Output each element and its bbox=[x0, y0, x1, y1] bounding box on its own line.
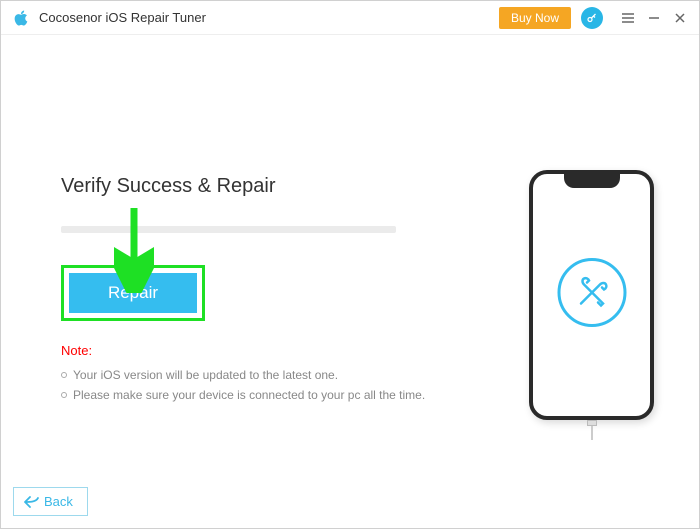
repair-button[interactable]: Repair bbox=[69, 273, 197, 313]
close-button[interactable] bbox=[669, 7, 691, 29]
back-arrow-icon bbox=[24, 496, 40, 508]
bullet-icon bbox=[61, 392, 67, 398]
phone-illustration bbox=[529, 170, 654, 420]
repair-highlight-box: Repair bbox=[61, 265, 205, 321]
cable-icon bbox=[587, 420, 597, 440]
buy-now-button[interactable]: Buy Now bbox=[499, 7, 571, 29]
note-label: Note: bbox=[61, 343, 431, 358]
note-item: Your iOS version will be updated to the … bbox=[61, 368, 431, 382]
back-button[interactable]: Back bbox=[13, 487, 88, 516]
progress-bar bbox=[61, 226, 396, 233]
titlebar: Cocosenor iOS Repair Tuner Buy Now bbox=[1, 1, 699, 35]
tools-icon bbox=[556, 257, 628, 334]
note-text: Your iOS version will be updated to the … bbox=[73, 368, 338, 382]
app-logo-icon bbox=[11, 8, 31, 28]
app-title: Cocosenor iOS Repair Tuner bbox=[39, 10, 206, 25]
note-item: Please make sure your device is connecte… bbox=[61, 388, 431, 402]
register-key-icon[interactable] bbox=[581, 7, 603, 29]
bullet-icon bbox=[61, 372, 67, 378]
note-text: Please make sure your device is connecte… bbox=[73, 388, 425, 402]
menu-icon[interactable] bbox=[617, 7, 639, 29]
minimize-button[interactable] bbox=[643, 7, 665, 29]
page-heading: Verify Success & Repair bbox=[61, 175, 431, 198]
back-label: Back bbox=[44, 494, 73, 509]
